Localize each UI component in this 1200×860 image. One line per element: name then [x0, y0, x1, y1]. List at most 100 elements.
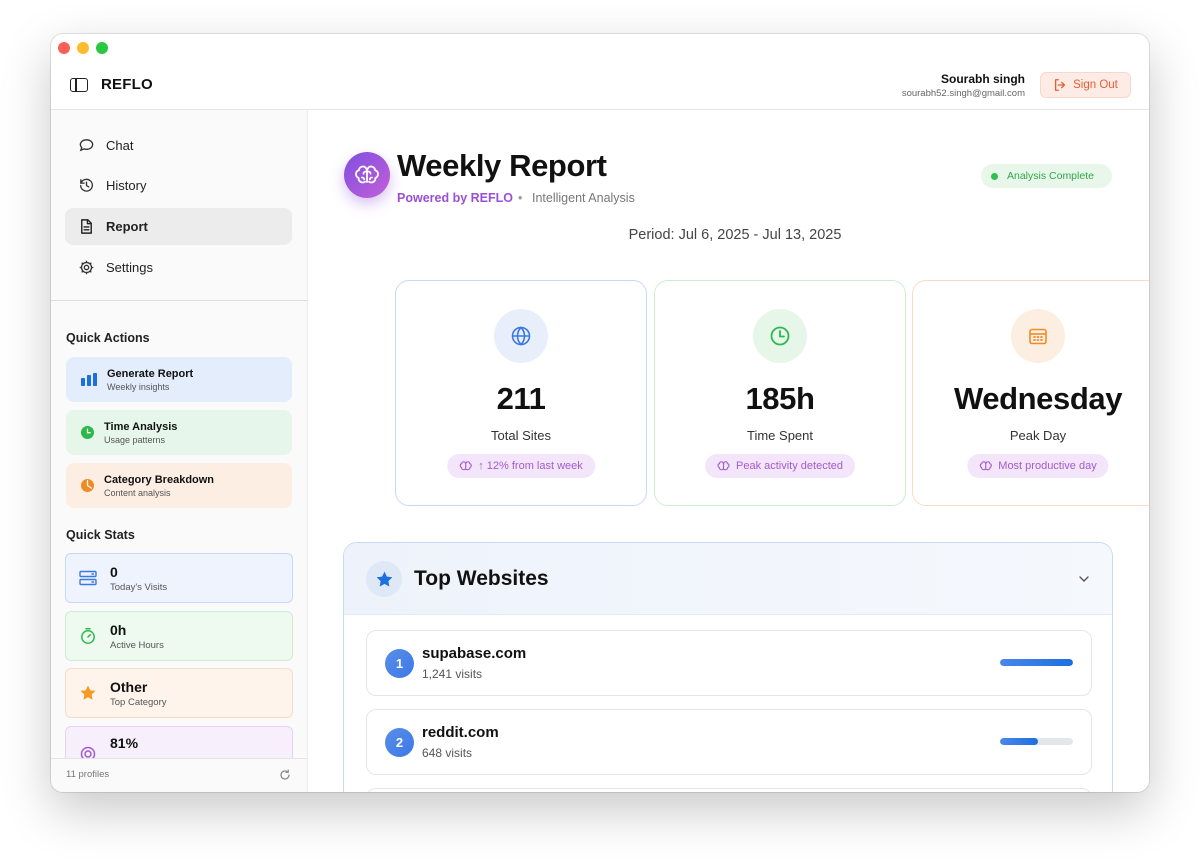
quick-stat-value: 0: [110, 563, 118, 580]
quick-stat-value: 0h: [110, 621, 127, 638]
sidebar-toggle-icon[interactable]: [70, 78, 88, 92]
quick-action-category-breakdown[interactable]: Category Breakdown Content analysis: [66, 463, 292, 508]
stat-chip: ↑ 12% from last week: [447, 454, 595, 478]
quick-stat-label: Active Hours: [110, 639, 164, 651]
report-subtitle: Intelligent Analysis: [532, 191, 635, 205]
site-visits-bar: [1000, 738, 1073, 745]
quick-action-title: Generate Report: [107, 367, 194, 380]
status-label: Analysis Complete: [1007, 170, 1094, 182]
site-name: supabase.com: [422, 645, 527, 662]
site-rank: 2: [385, 728, 414, 757]
nav-item-report[interactable]: Report: [65, 208, 292, 245]
site-name: reddit.com: [422, 724, 499, 741]
stat-chip: Peak activity detected: [704, 454, 856, 478]
chat-bubble-icon: [79, 139, 94, 152]
stat-value: Wednesday: [953, 381, 1123, 416]
gear-icon: [79, 260, 94, 275]
website-row[interactable]: [366, 788, 1092, 792]
brand-name: REFLO: [101, 76, 153, 93]
quick-stat-value: 81%: [110, 735, 139, 751]
user-name: Sourabh singh: [941, 72, 1025, 86]
sign-out-button[interactable]: Sign Out: [1040, 72, 1131, 98]
chevron-down-icon[interactable]: [1078, 573, 1090, 585]
quick-stat-top-category: Other Top Category: [65, 668, 293, 718]
stat-card-time-spent: 185h Time Spent Peak activity detected: [654, 280, 906, 506]
stat-value: 185h: [745, 381, 815, 416]
title-bar: [51, 34, 1149, 60]
quick-action-subtitle: Content analysis: [104, 487, 171, 498]
nav-label: Chat: [106, 138, 134, 153]
globe-icon: [494, 309, 548, 363]
quick-action-generate-report[interactable]: Generate Report Weekly insights: [66, 357, 292, 402]
stat-card-total-sites: 211 Total Sites ↑ 12% from last week: [395, 280, 647, 506]
quick-stat-label: Top Category: [110, 696, 167, 708]
pie-icon: [81, 479, 94, 492]
nav-label: Settings: [106, 260, 153, 275]
brain-icon: [979, 461, 992, 471]
stat-label: Time Spent: [747, 428, 813, 443]
website-row[interactable]: 1 supabase.com 1,241 visits: [366, 630, 1092, 696]
powered-by: Powered by REFLO: [397, 191, 513, 205]
quick-actions-title: Quick Actions: [66, 331, 150, 345]
site-visits-bar-fill: [1000, 659, 1073, 666]
quick-action-time-analysis[interactable]: Time Analysis Usage patterns: [66, 410, 292, 455]
refresh-icon[interactable]: [279, 769, 291, 781]
star-icon: [366, 561, 402, 597]
site-rank: 1: [385, 649, 414, 678]
stat-label: Peak Day: [1009, 428, 1067, 443]
document-icon: [81, 219, 92, 234]
quick-stat-todays-visits: 0 Today's Visits: [65, 553, 293, 603]
quick-action-subtitle: Weekly insights: [107, 381, 170, 392]
quick-action-title: Time Analysis: [104, 420, 178, 433]
nav-item-chat[interactable]: Chat: [65, 127, 292, 164]
clock-icon: [753, 309, 807, 363]
close-window-button[interactable]: [58, 42, 70, 54]
report-period: Period: Jul 6, 2025 - Jul 13, 2025: [308, 227, 1149, 243]
site-visits-bar-fill: [1000, 738, 1038, 745]
profiles-count: 11 profiles: [66, 769, 110, 780]
app-window: REFLO Sourabh singh sourabh52.singh@gmai…: [51, 34, 1149, 792]
period-label: Period: Jul 6, 2025 - Jul 13, 2025: [628, 227, 842, 243]
quick-stat-value: Other: [110, 678, 148, 695]
quick-action-subtitle: Usage patterns: [104, 434, 166, 445]
sign-out-label: Sign Out: [1073, 79, 1118, 91]
page-title: Weekly Report: [397, 148, 607, 183]
status-badge: Analysis Complete: [981, 164, 1112, 188]
stat-label: Total Sites: [491, 428, 551, 443]
quick-stat-label: Today's Visits: [110, 581, 168, 593]
timer-icon: [81, 628, 95, 644]
top-websites-panel: Top Websites 1 supabase.com 1,241 visits…: [343, 542, 1113, 792]
stat-chip-label: Peak activity detected: [735, 460, 844, 472]
history-clock-icon: [79, 178, 93, 192]
brain-icon: [459, 461, 472, 471]
nav-item-history[interactable]: History: [65, 167, 292, 204]
status-dot-icon: [991, 172, 998, 180]
top-websites-title: Top Websites: [414, 567, 549, 590]
website-row[interactable]: 2 reddit.com 648 visits: [366, 709, 1092, 775]
star-icon: [80, 685, 96, 700]
minimize-window-button[interactable]: [77, 42, 89, 54]
brain-icon: [344, 152, 390, 198]
stat-value: 211: [496, 381, 546, 416]
stat-chip-label: ↑ 12% from last week: [478, 460, 583, 472]
brain-icon: [717, 461, 730, 471]
site-visits: 648 visits: [422, 746, 473, 760]
sidebar: Chat History Report Settings Quick Actio…: [51, 110, 308, 792]
stat-chip: Most productive day: [967, 454, 1109, 478]
stat-card-peak-day: Wednesday Peak Day Most productive day: [912, 280, 1149, 506]
quick-stats-title: Quick Stats: [66, 528, 135, 542]
site-visits-bar: [1000, 659, 1073, 666]
sidebar-footer: 11 profiles: [51, 758, 307, 792]
top-websites-header[interactable]: Top Websites: [344, 543, 1112, 615]
sidebar-divider: [51, 300, 307, 301]
stat-chip-label: Most productive day: [998, 460, 1097, 472]
nav-label: History: [106, 178, 147, 193]
visits-icon: [79, 570, 97, 586]
site-visits: 1,241 visits: [422, 667, 483, 681]
nav-label: Report: [106, 219, 148, 234]
report-main: Weekly Report Powered by REFLO • Intelli…: [308, 110, 1149, 792]
sign-out-icon: [1055, 79, 1066, 91]
nav-item-settings[interactable]: Settings: [65, 249, 292, 286]
zoom-window-button[interactable]: [96, 42, 108, 54]
clock-icon: [81, 426, 94, 439]
